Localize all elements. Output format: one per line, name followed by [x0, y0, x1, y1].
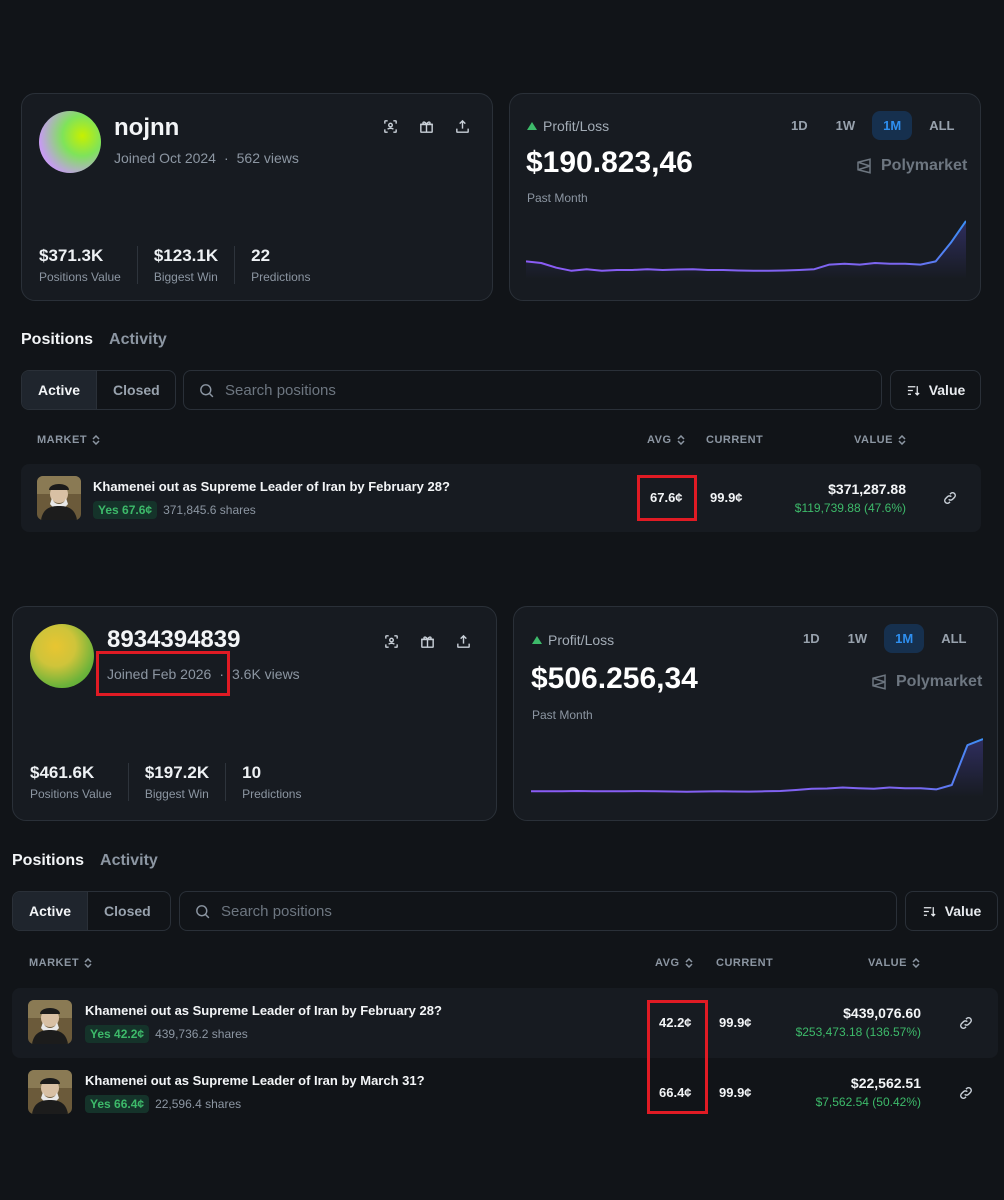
- stat-positions-value: $461.6K Positions Value: [30, 763, 129, 801]
- position-value: $439,076.60: [843, 1005, 921, 1021]
- market-title[interactable]: Khamenei out as Supreme Leader of Iran b…: [85, 1073, 425, 1088]
- pnl-chart: [531, 738, 983, 797]
- col-market[interactable]: MARKET: [29, 957, 93, 969]
- username: 8934394839: [107, 626, 241, 653]
- pnl-label: Profit/Loss: [532, 632, 614, 648]
- col-value[interactable]: VALUE: [868, 957, 921, 969]
- col-avg[interactable]: AVG: [655, 957, 694, 969]
- range-1d[interactable]: 1D: [792, 624, 831, 653]
- table-row[interactable]: Khamenei out as Supreme Leader of Iran b…: [12, 988, 998, 1058]
- content-tabs: Positions Activity: [12, 852, 158, 870]
- profile-card: 8934394839 Joined Feb 2026 · 3.6K views $4…: [12, 606, 497, 821]
- current-price: 99.9¢: [719, 1085, 752, 1100]
- table-row[interactable]: Khamenei out as Supreme Leader of Iran b…: [12, 1058, 998, 1128]
- link-icon[interactable]: [958, 1085, 974, 1101]
- profile-actions: [381, 631, 473, 651]
- pnl-period: Past Month: [532, 708, 593, 722]
- highlight-box: [647, 1000, 708, 1114]
- up-triangle-icon: [532, 636, 542, 644]
- stat-value: $197.2K: [144, 763, 210, 782]
- sort-label: Value: [944, 903, 982, 919]
- sort-button[interactable]: Value: [905, 891, 998, 931]
- scan-icon[interactable]: [381, 631, 401, 651]
- pnl-label-text: Profit/Loss: [548, 632, 615, 648]
- outcome-badge: Yes 66.4¢: [85, 1095, 150, 1113]
- market-title[interactable]: Khamenei out as Supreme Leader of Iran b…: [85, 1003, 442, 1018]
- time-range-selector: 1D 1W 1M ALL: [792, 624, 977, 653]
- search-box: [179, 891, 897, 931]
- tab-positions[interactable]: Positions: [12, 852, 84, 870]
- stat-value: $461.6K: [30, 763, 95, 782]
- share-count: 439,736.2 shares: [155, 1027, 248, 1041]
- gift-icon[interactable]: [417, 631, 437, 651]
- stat-value: 10: [242, 763, 262, 782]
- market-meta: Yes 66.4¢ 22,596.4 shares: [85, 1095, 241, 1113]
- current-price: 99.9¢: [719, 1015, 752, 1030]
- filter-closed[interactable]: Closed: [88, 892, 167, 930]
- brand-name: Polymarket: [896, 673, 983, 690]
- stat-predictions: 10 Predictions: [242, 763, 317, 801]
- share-icon[interactable]: [453, 631, 473, 651]
- pnl-card: Profit/Loss $506.256,34 Past Month 1D 1W…: [513, 606, 998, 821]
- polymarket-logo-icon: [872, 674, 886, 690]
- col-current-label: CURRENT: [716, 957, 774, 969]
- stat-label: Positions Value: [30, 787, 112, 801]
- brand: Polymarket: [870, 673, 982, 691]
- view-count: 3.6K views: [231, 666, 300, 682]
- stat-biggest-win: $197.2K Biggest Win: [144, 763, 227, 801]
- range-all[interactable]: ALL: [930, 624, 977, 653]
- highlight-box: [96, 651, 230, 696]
- market-thumbnail: [28, 1070, 72, 1114]
- col-avg-label: AVG: [655, 957, 680, 969]
- pnl-value: $506.256,34: [531, 662, 698, 695]
- sort-chevron-icon: [685, 958, 693, 968]
- col-market-label: MARKET: [29, 957, 80, 969]
- search-icon: [196, 904, 210, 918]
- range-1w[interactable]: 1W: [837, 624, 879, 653]
- avatar: [30, 624, 94, 688]
- share-count: 22,596.4 shares: [155, 1097, 242, 1111]
- sort-icon: [923, 906, 936, 917]
- tab-activity[interactable]: Activity: [100, 852, 158, 870]
- range-1m[interactable]: 1M: [884, 624, 925, 653]
- stat-label: Predictions: [242, 787, 302, 801]
- market-meta: Yes 42.2¢ 439,736.2 shares: [85, 1025, 248, 1043]
- col-value-label: VALUE: [868, 957, 907, 969]
- col-current: CURRENT: [716, 957, 773, 969]
- profile-section-2: 8934394839 Joined Feb 2026 · 3.6K views $4…: [0, 0, 1004, 1200]
- status-filter: Active Closed: [12, 891, 171, 931]
- sort-chevron-icon: [912, 958, 920, 968]
- filter-active[interactable]: Active: [13, 892, 89, 930]
- link-icon[interactable]: [958, 1015, 974, 1031]
- position-pnl: $7,562.54 (50.42%): [815, 1095, 921, 1109]
- outcome-badge: Yes 42.2¢: [85, 1025, 150, 1043]
- sort-chevron-icon: [84, 958, 92, 968]
- chart-series-line: [531, 738, 983, 793]
- search-input[interactable]: [221, 902, 821, 920]
- position-value: $22,562.51: [850, 1075, 921, 1091]
- position-pnl: $253,473.18 (136.57%): [795, 1025, 921, 1039]
- profile-stats: $461.6K Positions Value $197.2K Biggest …: [30, 763, 333, 801]
- market-thumbnail: [28, 1000, 72, 1044]
- stat-label: Biggest Win: [144, 787, 209, 801]
